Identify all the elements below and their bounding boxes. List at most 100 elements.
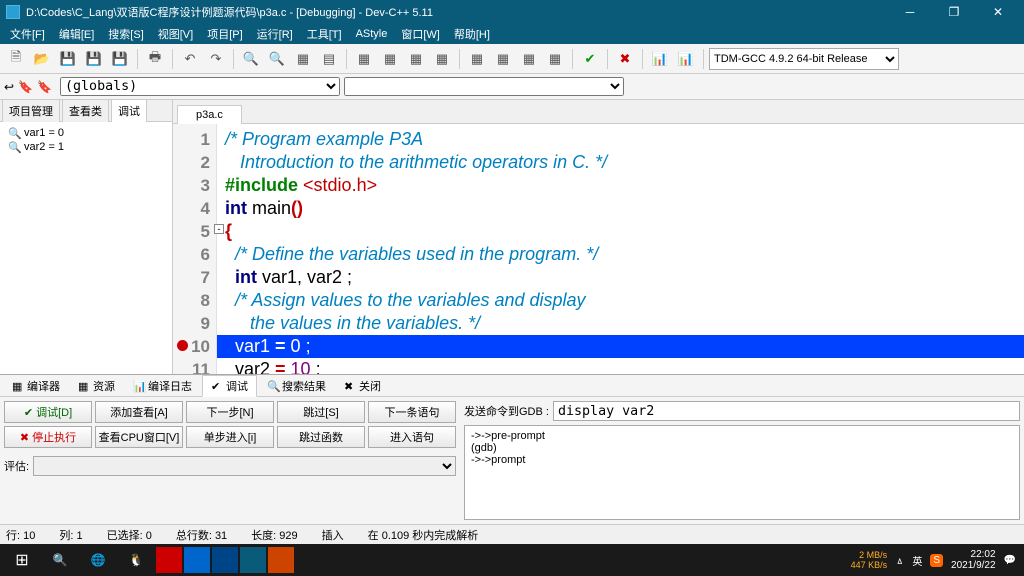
watch-tree[interactable]: 🔍var1 = 0🔍var2 = 1 — [0, 122, 172, 158]
open-file-icon[interactable]: 📂 — [30, 47, 54, 71]
code-text[interactable]: /* Program example P3A Introduction to t… — [217, 124, 1024, 374]
debug-check-icon[interactable]: ✔ — [578, 47, 602, 71]
bookmark2-icon[interactable]: 🔖 — [37, 80, 52, 94]
scope-select[interactable]: (globals) — [60, 77, 340, 96]
menu-项目[P][interactable]: 项目[P] — [201, 24, 248, 44]
menu-视图[V][interactable]: 视图[V] — [152, 24, 199, 44]
app7-icon[interactable] — [212, 547, 238, 573]
watch-var[interactable]: 🔍var2 = 1 — [8, 140, 164, 154]
code-line-9[interactable]: the values in the variables. */ — [225, 312, 1016, 335]
maximize-button[interactable]: ❐ — [934, 0, 974, 24]
debug-grid-icon[interactable]: ▦ — [465, 47, 489, 71]
menu-编辑[E][interactable]: 编辑[E] — [53, 24, 100, 44]
menu-工具[T][interactable]: 工具[T] — [301, 24, 348, 44]
app9-icon[interactable] — [268, 547, 294, 573]
compiler-select[interactable]: TDM-GCC 4.9.2 64-bit Release — [709, 48, 899, 70]
profile-icon[interactable]: 📊 — [648, 47, 672, 71]
code-line-1[interactable]: /* Program example P3A — [225, 128, 1016, 151]
undo-icon[interactable]: ↶ — [178, 47, 202, 71]
save-icon[interactable]: 💾 — [56, 47, 80, 71]
bottom-tab-compiler[interactable]: ▦编译器 — [4, 376, 68, 396]
left-tab-2[interactable]: 调试 — [111, 99, 147, 122]
compile-icon[interactable]: ▦ — [352, 47, 376, 71]
code-line-10[interactable]: var1 = 0 ; — [217, 335, 1024, 358]
find-icon[interactable]: 🔍 — [239, 47, 263, 71]
bottom-tab-close[interactable]: ✖关闭 — [336, 376, 389, 396]
debug-btn[interactable]: ✔ 调试[D] — [4, 401, 92, 423]
menu-AStyle[interactable]: AStyle — [350, 26, 394, 42]
menu-文件[F][interactable]: 文件[F] — [4, 24, 51, 44]
debug-btn[interactable]: 单步进入[i] — [186, 426, 274, 448]
code-editor[interactable]: 12345-678910111213 /* Program example P3… — [173, 124, 1024, 374]
bottom-tab-resource[interactable]: ▦资源 — [70, 376, 123, 396]
debug-btn[interactable]: 添加查看[A] — [95, 401, 183, 423]
debug-btn[interactable]: 跳过[S] — [277, 401, 365, 423]
left-tab-1[interactable]: 查看类 — [62, 99, 109, 122]
profile2-icon[interactable]: 📊 — [674, 47, 698, 71]
chrome-icon[interactable]: 🌐 — [80, 546, 116, 574]
compile-run-icon[interactable]: ▦ — [404, 47, 428, 71]
run-icon[interactable]: ▦ — [378, 47, 402, 71]
gdb-command-input[interactable] — [553, 401, 1020, 421]
code-line-8[interactable]: /* Assign values to the variables and di… — [225, 289, 1016, 312]
clock[interactable]: 22:022021/9/22 — [951, 549, 996, 571]
sogou-icon[interactable]: S — [930, 554, 943, 567]
app5-icon[interactable] — [156, 547, 182, 573]
ime-icon[interactable]: 英 — [912, 553, 922, 568]
back-nav-icon[interactable]: ↩ — [4, 80, 14, 94]
fold-icon[interactable]: - — [214, 224, 224, 234]
menu-搜索[S][interactable]: 搜索[S] — [102, 24, 149, 44]
debug-btn[interactable]: 下一步[N] — [186, 401, 274, 423]
left-tab-0[interactable]: 项目管理 — [2, 99, 60, 122]
save-as-icon[interactable]: 💾 — [108, 47, 132, 71]
gdb-output[interactable]: ->->pre-prompt(gdb)->->prompt — [464, 425, 1020, 520]
debug-grid4-icon[interactable]: ▦ — [543, 47, 567, 71]
breakpoint-icon[interactable] — [177, 340, 188, 351]
code-line-11[interactable]: var2 = 10 ; — [225, 358, 1016, 374]
debug-btn[interactable]: 跳过函数 — [277, 426, 365, 448]
bottom-tab-log[interactable]: 📊编译日志 — [125, 376, 200, 396]
search-icon[interactable]: 🔍 — [42, 546, 78, 574]
tray-up-icon[interactable]: ㅿ — [895, 553, 904, 568]
debug-btn[interactable]: 下一条语句 — [368, 401, 456, 423]
code-line-5[interactable]: { — [225, 220, 1016, 243]
line-gutter[interactable]: 12345-678910111213 — [173, 124, 217, 374]
start-button[interactable]: ⊞ — [4, 546, 40, 574]
debug-stop-icon[interactable]: ✖ — [613, 47, 637, 71]
menu-帮助[H][interactable]: 帮助[H] — [448, 24, 496, 44]
notification-icon[interactable]: 💬 — [1004, 555, 1016, 566]
menu-窗口[W][interactable]: 窗口[W] — [395, 24, 446, 44]
bookmark-icon[interactable]: 🔖 — [18, 80, 33, 94]
watch-var[interactable]: 🔍var1 = 0 — [8, 126, 164, 140]
rebuild-icon[interactable]: ▦ — [430, 47, 454, 71]
code-line-4[interactable]: int main() — [225, 197, 1016, 220]
replace-icon[interactable]: 🔍 — [265, 47, 289, 71]
debug-btn[interactable]: 进入语句 — [368, 426, 456, 448]
bottom-tab-search[interactable]: 🔍搜索结果 — [259, 376, 334, 396]
print-icon[interactable]: 🖶 — [143, 47, 167, 71]
devcpp-task-icon[interactable] — [240, 547, 266, 573]
debug-btn[interactable]: 查看CPU窗口[V] — [95, 426, 183, 448]
new-file-icon[interactable]: 🗎 — [4, 47, 28, 71]
code-line-2[interactable]: Introduction to the arithmetic operators… — [225, 151, 1016, 174]
file-tab-p3a[interactable]: p3a.c — [177, 105, 242, 124]
close-button[interactable]: ✕ — [978, 0, 1018, 24]
code-line-3[interactable]: #include <stdio.h> — [225, 174, 1016, 197]
qq-icon[interactable]: 🐧 — [118, 546, 154, 574]
system-tray[interactable]: 2 MB/s447 KB/s ㅿ 英 S 22:022021/9/22 💬 — [851, 549, 1020, 571]
app6-icon[interactable] — [184, 547, 210, 573]
bottom-tab-debug[interactable]: ✔调试 — [202, 375, 257, 397]
member-select[interactable] — [344, 77, 624, 96]
debug-btn[interactable]: ✖ 停止执行 — [4, 426, 92, 448]
minimize-button[interactable]: ─ — [890, 0, 930, 24]
goto-icon[interactable]: ▤ — [317, 47, 341, 71]
save-all-icon[interactable]: 💾 — [82, 47, 106, 71]
find-in-files-icon[interactable]: ▦ — [291, 47, 315, 71]
redo-icon[interactable]: ↷ — [204, 47, 228, 71]
debug-grid2-icon[interactable]: ▦ — [491, 47, 515, 71]
code-line-7[interactable]: int var1, var2 ; — [225, 266, 1016, 289]
code-line-6[interactable]: /* Define the variables used in the prog… — [225, 243, 1016, 266]
debug-grid3-icon[interactable]: ▦ — [517, 47, 541, 71]
menu-运行[R][interactable]: 运行[R] — [251, 24, 299, 44]
eval-input[interactable] — [33, 456, 456, 476]
